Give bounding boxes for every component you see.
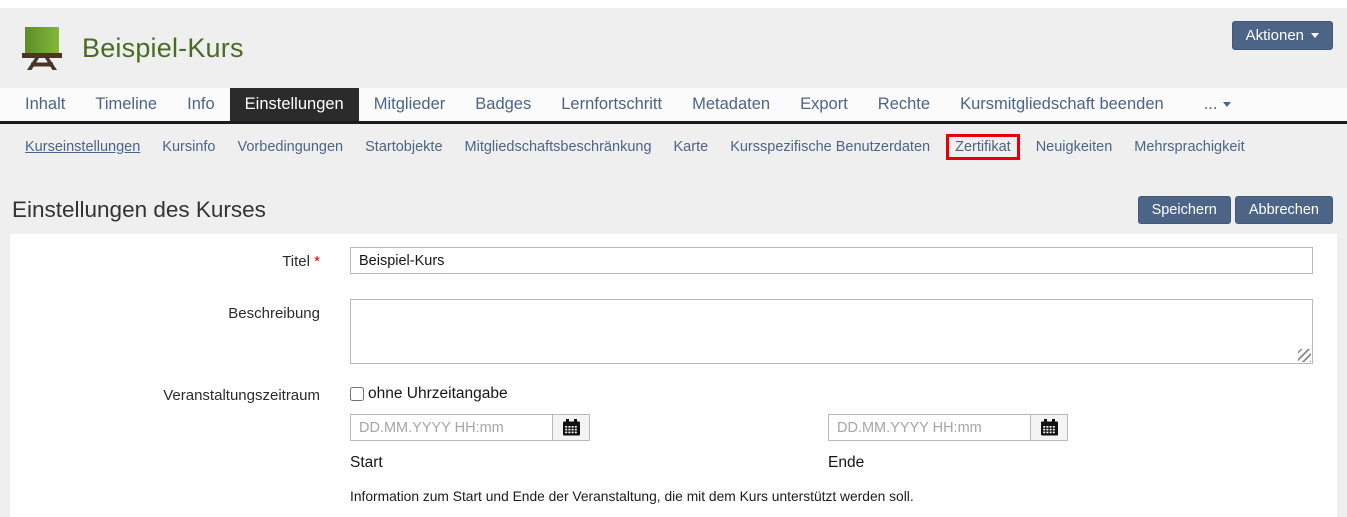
calendar-icon	[1040, 419, 1059, 437]
form-row-description: Beschreibung	[10, 299, 1337, 364]
start-date-input[interactable]	[350, 414, 553, 441]
section-title: Einstellungen des Kurses	[12, 197, 1138, 223]
end-label: Ende	[828, 454, 1068, 472]
course-easel-icon	[22, 26, 62, 70]
date-row: Start	[350, 414, 1313, 472]
subtab-startobjekte[interactable]: Startobjekte	[354, 139, 453, 155]
actions-button-label: Aktionen	[1246, 27, 1304, 44]
page-top-strip	[0, 0, 1347, 8]
tab-timeline[interactable]: Timeline	[80, 88, 172, 121]
tab-mitglieder[interactable]: Mitglieder	[359, 88, 461, 121]
subtab-kurseinstellungen[interactable]: Kurseinstellungen	[14, 139, 151, 155]
save-button[interactable]: Speichern	[1138, 196, 1231, 224]
page-title: Beispiel-Kurs	[82, 33, 244, 64]
title-input[interactable]	[350, 247, 1313, 274]
description-textarea[interactable]	[350, 299, 1313, 364]
title-label: Titel *	[10, 251, 350, 270]
caret-down-icon	[1311, 33, 1319, 38]
form-row-period: Veranstaltungszeitraum ohne Uhrzeitangab…	[10, 385, 1337, 504]
tab-lernfortschritt[interactable]: Lernfortschritt	[546, 88, 677, 121]
subtab-mitgliedschaftsbeschraenkung[interactable]: Mitgliedschaftsbeschränkung	[454, 139, 663, 155]
cancel-button[interactable]: Abbrechen	[1235, 196, 1333, 224]
end-date-column: Ende	[828, 414, 1068, 472]
content-background: Titel * Beschreibung Veranstaltungszeitr…	[0, 234, 1347, 517]
tab-einstellungen[interactable]: Einstellungen	[230, 88, 359, 121]
period-info-text: Information zum Start und Ende der Veran…	[350, 489, 1313, 504]
tab-overflow-dropdown[interactable]: ...	[1189, 88, 1247, 121]
sub-tab-bar: Kurseinstellungen Kursinfo Vorbedingunge…	[0, 124, 1347, 170]
end-calendar-button[interactable]	[1031, 414, 1068, 441]
main-tab-bar: Inhalt Timeline Info Einstellungen Mitgl…	[0, 88, 1347, 124]
settings-form-panel: Titel * Beschreibung Veranstaltungszeitr…	[10, 234, 1337, 517]
tab-metadaten[interactable]: Metadaten	[677, 88, 785, 121]
end-date-input[interactable]	[828, 414, 1031, 441]
tab-inhalt[interactable]: Inhalt	[10, 88, 80, 121]
tab-badges[interactable]: Badges	[460, 88, 546, 121]
no-time-checkbox[interactable]	[350, 387, 364, 401]
no-time-checkbox-row: ohne Uhrzeitangabe	[350, 385, 1313, 403]
description-label: Beschreibung	[10, 299, 350, 364]
no-time-checkbox-label: ohne Uhrzeitangabe	[368, 385, 508, 403]
subtab-karte[interactable]: Karte	[663, 139, 720, 155]
start-calendar-button[interactable]	[553, 414, 590, 441]
period-label: Veranstaltungszeitraum	[10, 385, 350, 504]
tab-kursmitgliedschaft-beenden[interactable]: Kursmitgliedschaft beenden	[945, 88, 1179, 121]
actions-button[interactable]: Aktionen	[1232, 21, 1333, 50]
subtab-vorbedingungen[interactable]: Vorbedingungen	[226, 139, 354, 155]
textarea-resize-handle[interactable]	[1298, 349, 1311, 362]
calendar-icon	[562, 419, 581, 437]
start-date-column: Start	[350, 414, 590, 472]
tab-info[interactable]: Info	[172, 88, 230, 121]
tab-rechte[interactable]: Rechte	[863, 88, 945, 121]
required-marker: *	[314, 253, 320, 270]
tab-export[interactable]: Export	[785, 88, 863, 121]
form-row-title: Titel *	[10, 247, 1337, 274]
tab-overflow-label: ...	[1204, 95, 1218, 114]
course-header: Beispiel-Kurs Aktionen	[0, 8, 1347, 88]
caret-down-icon	[1223, 102, 1231, 107]
section-header: Einstellungen des Kurses Speichern Abbre…	[0, 170, 1347, 234]
subtab-zertifikat-highlighted[interactable]: Zertifikat	[946, 134, 1020, 160]
subtab-kursspezifische-benutzerdaten[interactable]: Kursspezifische Benutzerdaten	[719, 139, 941, 155]
start-label: Start	[350, 454, 590, 472]
subtab-neuigkeiten[interactable]: Neuigkeiten	[1025, 139, 1124, 155]
subtab-kursinfo[interactable]: Kursinfo	[151, 139, 226, 155]
subtab-mehrsprachigkeit[interactable]: Mehrsprachigkeit	[1123, 139, 1255, 155]
